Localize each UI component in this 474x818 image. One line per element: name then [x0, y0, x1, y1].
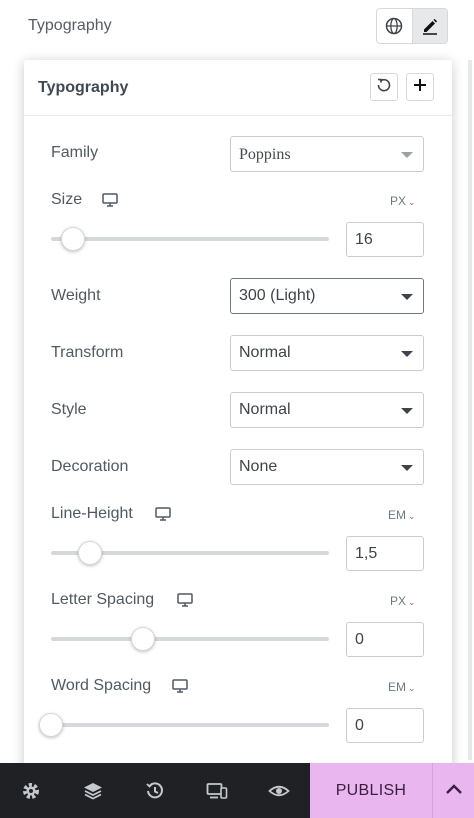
chevron-up-icon — [445, 782, 463, 800]
add-button[interactable] — [406, 73, 434, 101]
publish-options-button[interactable] — [432, 763, 474, 818]
desktop-icon[interactable] — [102, 193, 118, 212]
size-label: Size — [51, 191, 83, 208]
size-unit-value: PX — [390, 194, 407, 208]
chevron-down-icon: ⌄ — [408, 597, 416, 607]
weight-value: 300 (Light) — [239, 287, 316, 304]
decoration-label: Decoration — [51, 458, 129, 475]
scrollbar[interactable] — [468, 60, 472, 760]
globe-icon[interactable] — [377, 9, 412, 43]
transform-label: Transform — [51, 344, 124, 361]
line-height-unit-value: EM — [388, 508, 406, 522]
decoration-select[interactable]: None — [230, 449, 424, 485]
size-unit-select[interactable]: PX ⌄ — [390, 194, 416, 208]
size-slider-track[interactable] — [51, 237, 329, 241]
family-value: Poppins — [239, 146, 291, 163]
controls-header: Typography — [0, 0, 474, 56]
chevron-down-icon — [401, 294, 413, 300]
pencil-icon[interactable] — [411, 9, 447, 43]
popover-header: Typography — [24, 60, 452, 116]
style-select[interactable]: Normal — [230, 392, 424, 428]
chevron-down-icon: ⌄ — [408, 511, 416, 521]
section-title: Typography — [28, 17, 112, 34]
eye-icon[interactable] — [267, 779, 291, 803]
chevron-down-icon — [401, 465, 413, 471]
chevron-down-icon — [401, 351, 413, 357]
letter-spacing-unit-value: PX — [390, 594, 407, 608]
global-edit-toggle — [376, 8, 448, 44]
history-icon[interactable] — [143, 779, 167, 803]
word-spacing-unit-value: EM — [388, 680, 406, 694]
gear-icon[interactable] — [19, 779, 43, 803]
popover-title: Typography — [38, 79, 129, 96]
layers-icon[interactable] — [81, 779, 105, 803]
size-input[interactable]: 16 — [346, 222, 424, 257]
editor-footer: PUBLISH — [0, 763, 474, 818]
reset-icon — [376, 77, 392, 98]
desktop-icon[interactable] — [177, 593, 193, 612]
style-label: Style — [51, 401, 87, 418]
letter-spacing-slider-handle[interactable] — [130, 627, 155, 651]
publish-button[interactable]: PUBLISH — [310, 763, 432, 818]
letter-spacing-unit-select[interactable]: PX ⌄ — [390, 594, 416, 608]
line-height-label: Line-Height — [51, 505, 133, 522]
word-spacing-input[interactable]: 0 — [346, 708, 424, 743]
family-select[interactable]: Poppins — [230, 136, 424, 172]
weight-label: Weight — [51, 287, 101, 304]
transform-value: Normal — [239, 344, 291, 361]
chevron-down-icon — [401, 152, 413, 158]
word-spacing-slider-track[interactable] — [51, 723, 329, 727]
plus-icon — [412, 77, 428, 98]
reset-button[interactable] — [370, 73, 398, 101]
letter-spacing-value: 0 — [355, 631, 364, 648]
line-height-unit-select[interactable]: EM ⌄ — [388, 508, 416, 522]
letter-spacing-input[interactable]: 0 — [346, 622, 424, 657]
size-value: 16 — [355, 231, 373, 248]
weight-select[interactable]: 300 (Light) — [230, 278, 424, 314]
word-spacing-label: Word Spacing — [51, 677, 152, 694]
desktop-icon[interactable] — [155, 507, 171, 526]
letter-spacing-slider-track[interactable] — [51, 637, 329, 641]
responsive-icon[interactable] — [205, 779, 229, 803]
word-spacing-slider-handle[interactable] — [39, 713, 63, 737]
transform-select[interactable]: Normal — [230, 335, 424, 371]
style-value: Normal — [239, 401, 291, 418]
line-height-input[interactable]: 1,5 — [346, 536, 424, 571]
chevron-down-icon: ⌄ — [408, 197, 416, 207]
desktop-icon[interactable] — [172, 679, 188, 698]
word-spacing-value: 0 — [355, 717, 364, 734]
line-height-value: 1,5 — [355, 545, 378, 562]
family-label: Family — [51, 144, 99, 161]
line-height-slider-handle[interactable] — [77, 541, 102, 565]
word-spacing-unit-select[interactable]: EM ⌄ — [388, 680, 416, 694]
letter-spacing-label: Letter Spacing — [51, 591, 155, 608]
chevron-down-icon — [401, 408, 413, 414]
decoration-value: None — [239, 458, 278, 475]
chevron-down-icon: ⌄ — [408, 683, 416, 693]
